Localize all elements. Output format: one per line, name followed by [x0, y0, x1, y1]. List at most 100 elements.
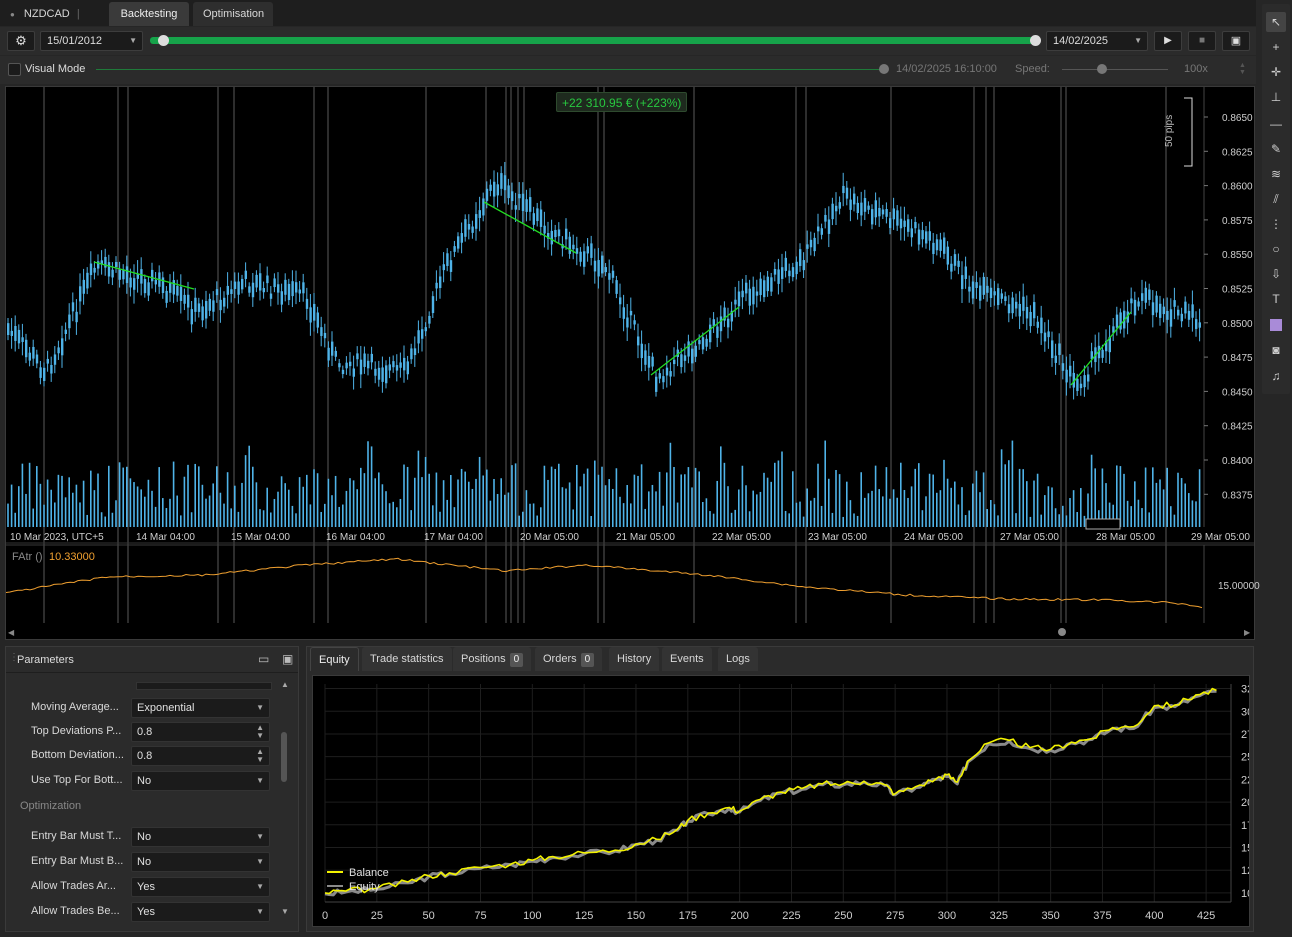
- channel-tool-icon[interactable]: ⫽: [1266, 189, 1286, 209]
- camera-icon[interactable]: ◙: [1266, 340, 1286, 360]
- candle-body: [892, 208, 895, 220]
- candle-body: [629, 310, 633, 316]
- start-date-picker[interactable]: 15/01/2012 ▼: [40, 31, 143, 51]
- scrollbar-thumb[interactable]: [281, 732, 287, 782]
- candle-body: [244, 270, 247, 279]
- parameter-row: Bottom Deviation... 0.8 ▲ ▼: [6, 746, 286, 768]
- candle-body: [608, 273, 611, 280]
- ellipse-tool-icon[interactable]: ○: [1266, 239, 1286, 259]
- candle-body: [1061, 363, 1065, 371]
- arrow-tool-icon[interactable]: ⇩: [1266, 264, 1286, 284]
- progress-track[interactable]: [150, 37, 1040, 44]
- progress-start-handle[interactable]: [158, 35, 169, 46]
- symbol-label: NZDCAD: [23, 8, 70, 20]
- tab-symbol[interactable]: ● NZDCAD | h1: [0, 2, 104, 45]
- candle-body: [467, 223, 471, 230]
- price-chart-panel[interactable]: 0.8650 0.8625 0.8600 0.8575 0.8550 0.8525 0.85…: [5, 86, 1260, 640]
- candle-body: [273, 278, 276, 288]
- chevron-down-icon: ▼: [256, 832, 264, 841]
- time-tick-label: 21 Mar 05:00: [616, 532, 675, 543]
- results-tab-events[interactable]: Events: [662, 647, 712, 671]
- save-report-button[interactable]: ▣: [1222, 31, 1250, 51]
- color-swatch-icon[interactable]: [1266, 314, 1286, 334]
- results-tab-equity[interactable]: Equity: [310, 647, 359, 671]
- y-tick-label: 30000: [1241, 706, 1249, 718]
- time-tick-label: 20 Mar 05:00: [520, 532, 579, 543]
- text-tool-icon[interactable]: T: [1266, 289, 1286, 309]
- candle-body: [309, 307, 312, 323]
- parameter-row: Entry Bar Must T... No ▼: [6, 827, 286, 849]
- price-tick-label: 0.8550: [1222, 250, 1253, 261]
- parameter-select[interactable]: Exponential ▼: [131, 698, 270, 718]
- candle-body: [313, 303, 316, 321]
- y-tick-label: 22500: [1241, 774, 1249, 786]
- scroll-down-icon[interactable]: ▼: [281, 907, 289, 916]
- trend-line-icon[interactable]: ✎: [1266, 139, 1286, 159]
- visual-mode-checkbox[interactable]: [8, 63, 21, 76]
- parameter-select[interactable]: No ▼: [131, 771, 270, 791]
- stop-icon: ■: [1198, 35, 1206, 46]
- fibonacci-icon[interactable]: ≋: [1266, 164, 1286, 184]
- horizontal-line-icon[interactable]: —: [1266, 114, 1286, 134]
- results-tab-trade-statistics[interactable]: Trade statistics: [362, 647, 452, 671]
- candle-body: [928, 231, 931, 241]
- candle-body: [845, 187, 849, 199]
- alert-bell-icon[interactable]: ♫: [1266, 366, 1286, 386]
- parameter-spin-input[interactable]: 0.8 ▲ ▼: [131, 722, 270, 742]
- candle-body: [568, 236, 571, 254]
- visual-progress-track[interactable]: [96, 69, 882, 70]
- candle-body: [489, 184, 492, 191]
- x-tick-label: 300: [938, 910, 956, 922]
- candle-body: [53, 354, 57, 365]
- speed-spinner[interactable]: ▲ ▼: [1239, 62, 1246, 76]
- price-chart[interactable]: 0.8650 0.8625 0.8600 0.8575 0.8550 0.8525 0.85…: [5, 87, 1254, 639]
- parameter-select[interactable]: Yes ▼: [131, 877, 270, 897]
- candle-body: [878, 207, 881, 217]
- y-tick-label: 12500: [1241, 865, 1249, 877]
- candle-body: [241, 278, 244, 290]
- candle-body: [1166, 310, 1169, 320]
- candle-body: [1191, 304, 1194, 318]
- parameter-spin-input[interactable]: 0.8 ▲ ▼: [131, 746, 270, 766]
- candle-body: [115, 262, 118, 267]
- parameter-select[interactable]: No ▼: [131, 827, 270, 847]
- play-button[interactable]: ▶: [1154, 31, 1182, 51]
- candle-body: [536, 208, 539, 222]
- crosshair-alt-tool-icon[interactable]: ✛: [1266, 62, 1286, 82]
- candle-body: [525, 199, 528, 212]
- visual-progress-handle[interactable]: [879, 64, 889, 74]
- crosshair-tool-icon[interactable]: +: [1266, 37, 1286, 57]
- cursor-tool-icon[interactable]: ↖: [1266, 12, 1286, 32]
- results-tab-history[interactable]: History: [609, 647, 660, 671]
- progress-end-handle[interactable]: [1030, 35, 1041, 46]
- tab-backtesting[interactable]: Backtesting: [109, 2, 189, 26]
- candle-body: [385, 365, 388, 384]
- candle-body: [201, 306, 204, 321]
- scroll-up-icon[interactable]: ▲: [281, 680, 289, 689]
- stop-button[interactable]: ■: [1188, 31, 1216, 51]
- parameter-label: Use Top For Bott...: [31, 774, 123, 786]
- fib-levels-icon[interactable]: ⋮: [1266, 214, 1286, 234]
- candle-body: [453, 246, 456, 252]
- candle-body: [885, 209, 888, 217]
- x-tick-label: 200: [730, 910, 748, 922]
- results-tab-orders[interactable]: Orders 0: [535, 647, 603, 671]
- save-parameters-icon[interactable]: ▣: [282, 652, 293, 666]
- count-badge: 0: [580, 653, 595, 667]
- load-parameters-icon[interactable]: ▭: [258, 652, 269, 666]
- candle-body: [781, 267, 784, 279]
- settings-gear-button[interactable]: ⚙: [7, 31, 35, 51]
- results-tab-positions[interactable]: Positions 0: [453, 647, 532, 671]
- candle-body: [640, 343, 643, 359]
- end-date-picker[interactable]: 14/02/2025 ▼: [1046, 31, 1148, 51]
- speed-handle[interactable]: [1097, 64, 1107, 74]
- parameter-select[interactable]: No ▼: [131, 852, 270, 872]
- speed-track[interactable]: [1062, 69, 1168, 70]
- candle-body: [683, 355, 687, 361]
- parameter-select[interactable]: Yes ▼: [131, 902, 270, 922]
- measure-tool-icon[interactable]: ⊥: [1266, 87, 1286, 107]
- tab-optimisation[interactable]: Optimisation: [193, 2, 273, 26]
- results-tab-logs[interactable]: Logs: [718, 647, 758, 671]
- candle-body: [1079, 383, 1083, 389]
- candle-body: [212, 300, 215, 312]
